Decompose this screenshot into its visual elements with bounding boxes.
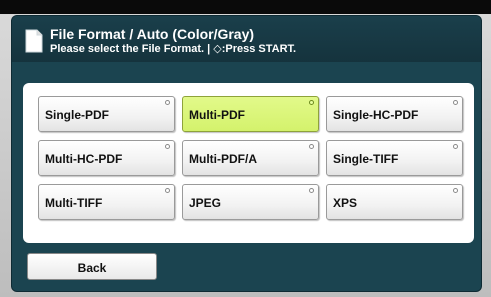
format-multi-tiff-button[interactable]: Multi-TIFF [38,184,175,220]
instruction-text: Please select the File Format. | ◇:Press… [50,43,297,55]
format-options-area: Single-PDF Multi-PDF Single-HC-PDF Multi… [23,83,474,243]
format-single-hc-pdf-button[interactable]: Single-HC-PDF [326,96,463,132]
format-single-tiff-button[interactable]: Single-TIFF [326,140,463,176]
format-multi-hc-pdf-button[interactable]: Multi-HC-PDF [38,140,175,176]
format-label: JPEG [189,196,222,210]
back-button-label: Back [77,261,107,275]
radio-dot-icon [453,144,458,149]
format-multi-pdf-a-button[interactable]: Multi-PDF/A [182,140,319,176]
format-multi-pdf-button[interactable]: Multi-PDF [182,96,319,132]
radio-dot-icon [309,100,314,105]
control-panel-screen: File Format / Auto (Color/Gray) Please s… [12,16,481,291]
format-label: Multi-HC-PDF [45,152,123,166]
back-button[interactable]: Back [27,253,157,280]
radio-dot-icon [309,144,314,149]
radio-dot-icon [165,144,170,149]
format-xps-button[interactable]: XPS [326,184,463,220]
radio-dot-icon [453,100,458,105]
format-label: Multi-TIFF [45,196,103,210]
page-title: File Format / Auto (Color/Gray) [50,26,255,42]
format-label: Single-PDF [45,108,110,122]
format-label: XPS [333,196,358,210]
document-icon [25,29,43,53]
format-label: Single-TIFF [333,152,399,166]
format-label: Single-HC-PDF [333,108,419,122]
top-bezel [0,0,491,14]
format-single-pdf-button[interactable]: Single-PDF [38,96,175,132]
screen-header: File Format / Auto (Color/Gray) Please s… [12,16,481,62]
format-label: Multi-PDF [189,108,245,122]
radio-dot-icon [165,100,170,105]
format-label: Multi-PDF/A [189,152,257,166]
radio-dot-icon [165,188,170,193]
radio-dot-icon [309,188,314,193]
format-jpeg-button[interactable]: JPEG [182,184,319,220]
radio-dot-icon [453,188,458,193]
